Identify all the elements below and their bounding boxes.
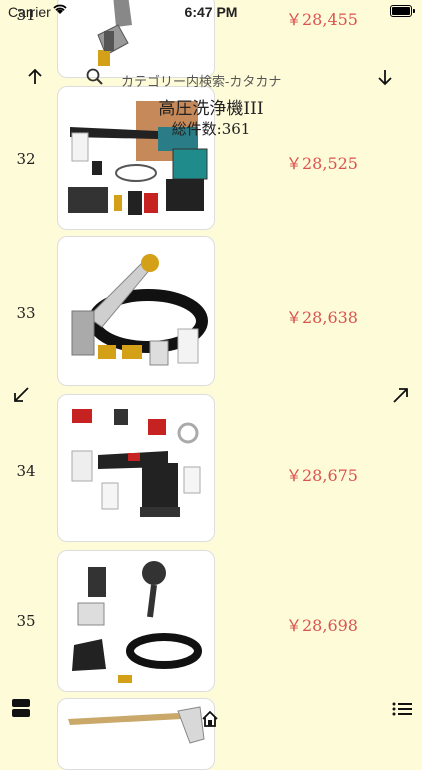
search-bar[interactable]: カテゴリー内検索-カタカナ: [86, 68, 346, 90]
item-number: 34: [16, 462, 36, 480]
item-price: ￥28,525: [286, 154, 358, 173]
item-number: 32: [16, 150, 36, 168]
status-bar: Carrier 6:47 PM: [0, 0, 422, 24]
list-icon[interactable]: [392, 702, 412, 716]
product-image[interactable]: [57, 394, 215, 542]
search-input[interactable]: カテゴリー内検索-カタカナ: [121, 71, 281, 90]
item-price: ￥28,638: [286, 308, 358, 327]
battery-icon: [390, 5, 415, 17]
total-count: 総件数:361: [171, 120, 251, 138]
search-icon: [86, 68, 104, 86]
arrow-down-icon[interactable]: [376, 68, 394, 86]
item-number: 33: [16, 304, 36, 322]
item-number: 35: [16, 612, 36, 630]
home-icon[interactable]: [201, 710, 219, 728]
arrow-down-left-icon[interactable]: [12, 386, 30, 404]
item-price: ￥28,675: [286, 466, 358, 485]
layout-icon[interactable]: [11, 698, 31, 718]
category-title: 高圧洗浄機III: [158, 99, 264, 119]
arrow-up-right-icon[interactable]: [392, 386, 410, 404]
product-image[interactable]: [57, 698, 215, 770]
arrow-up-icon[interactable]: [26, 68, 44, 86]
clock: 6:47 PM: [184, 4, 238, 20]
item-price: ￥28,698: [286, 616, 358, 635]
product-image[interactable]: [57, 236, 215, 386]
product-image[interactable]: [57, 550, 215, 692]
